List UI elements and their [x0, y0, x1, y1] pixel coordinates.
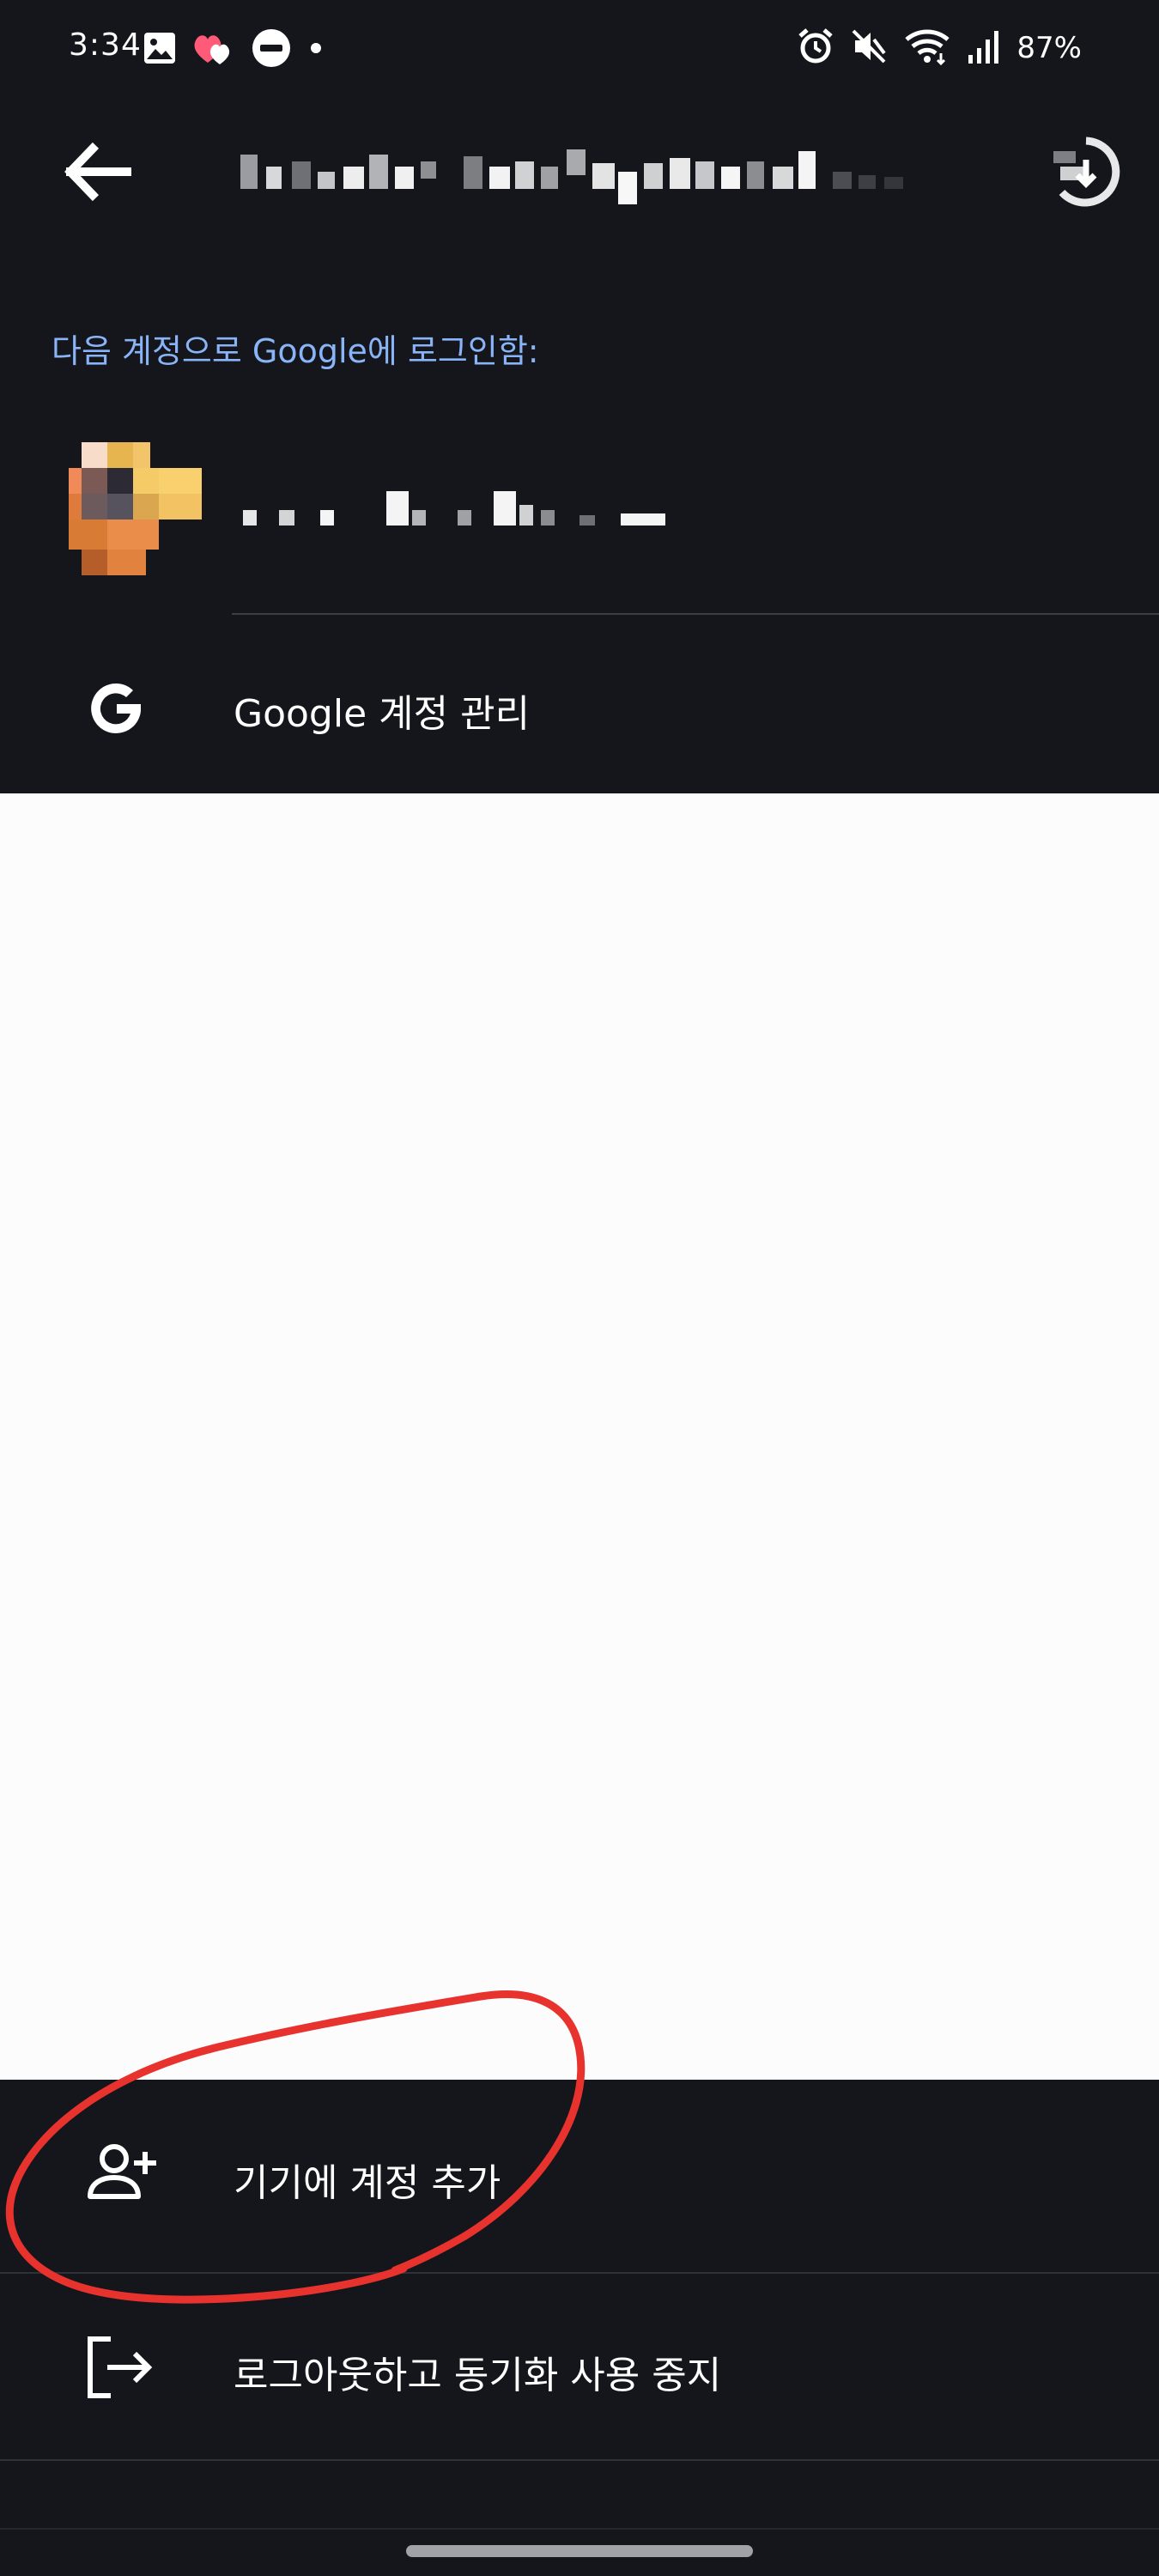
status-bar: 3:34 87% [0, 0, 1159, 94]
google-account-settings-screen: 3:34 87% 다음 계정으로 Google에 로그인함: Google 계정… [0, 0, 1159, 2576]
do-not-disturb-icon [251, 27, 292, 72]
battery-level: 87% [1016, 31, 1082, 65]
wifi-icon [903, 27, 951, 69]
home-indicator[interactable] [406, 2545, 753, 2557]
person-add-icon [88, 2144, 156, 2199]
back-button[interactable] [60, 133, 137, 210]
sign-out-row[interactable]: 로그아웃하고 동기화 사용 중지 [0, 2274, 1159, 2459]
account-divider [232, 613, 1159, 615]
dot-icon [307, 39, 325, 60]
nav-divider [0, 2528, 1159, 2530]
heart-icon [192, 30, 235, 70]
account-email [240, 137, 979, 206]
google-g-icon [91, 683, 141, 733]
avatar [69, 442, 202, 575]
manage-google-account-label: Google 계정 관리 [234, 692, 531, 736]
switch-account-icon [1053, 137, 1120, 207]
add-account-row[interactable]: 기기에 계정 추가 [0, 2081, 1159, 2272]
signal-icon [967, 27, 1001, 69]
actions-divider-2 [0, 2459, 1159, 2461]
redacted-name-pixelation [243, 491, 665, 526]
top-app-bar [0, 112, 1159, 223]
alarm-icon [797, 27, 834, 69]
signed-in-label: 다음 계정으로 Google에 로그인함: [52, 332, 539, 370]
switch-account-button[interactable] [1043, 129, 1129, 215]
account-name [236, 481, 734, 532]
account-row[interactable] [0, 429, 1159, 588]
gallery-icon [143, 31, 177, 69]
mute-icon [850, 27, 888, 69]
add-account-label: 기기에 계정 추가 [234, 2161, 501, 2205]
status-left-icons [143, 26, 325, 74]
content-area [0, 793, 1159, 2080]
manage-google-account-row[interactable]: Google 계정 관리 [0, 635, 1159, 781]
redacted-email-pixelation [240, 149, 903, 204]
arrow-back-icon [64, 142, 131, 202]
status-time: 3:34 [69, 27, 142, 63]
logout-icon [88, 2336, 153, 2398]
status-right-icons: 87% [797, 24, 1082, 72]
sign-out-label: 로그아웃하고 동기화 사용 중지 [234, 2354, 722, 2397]
